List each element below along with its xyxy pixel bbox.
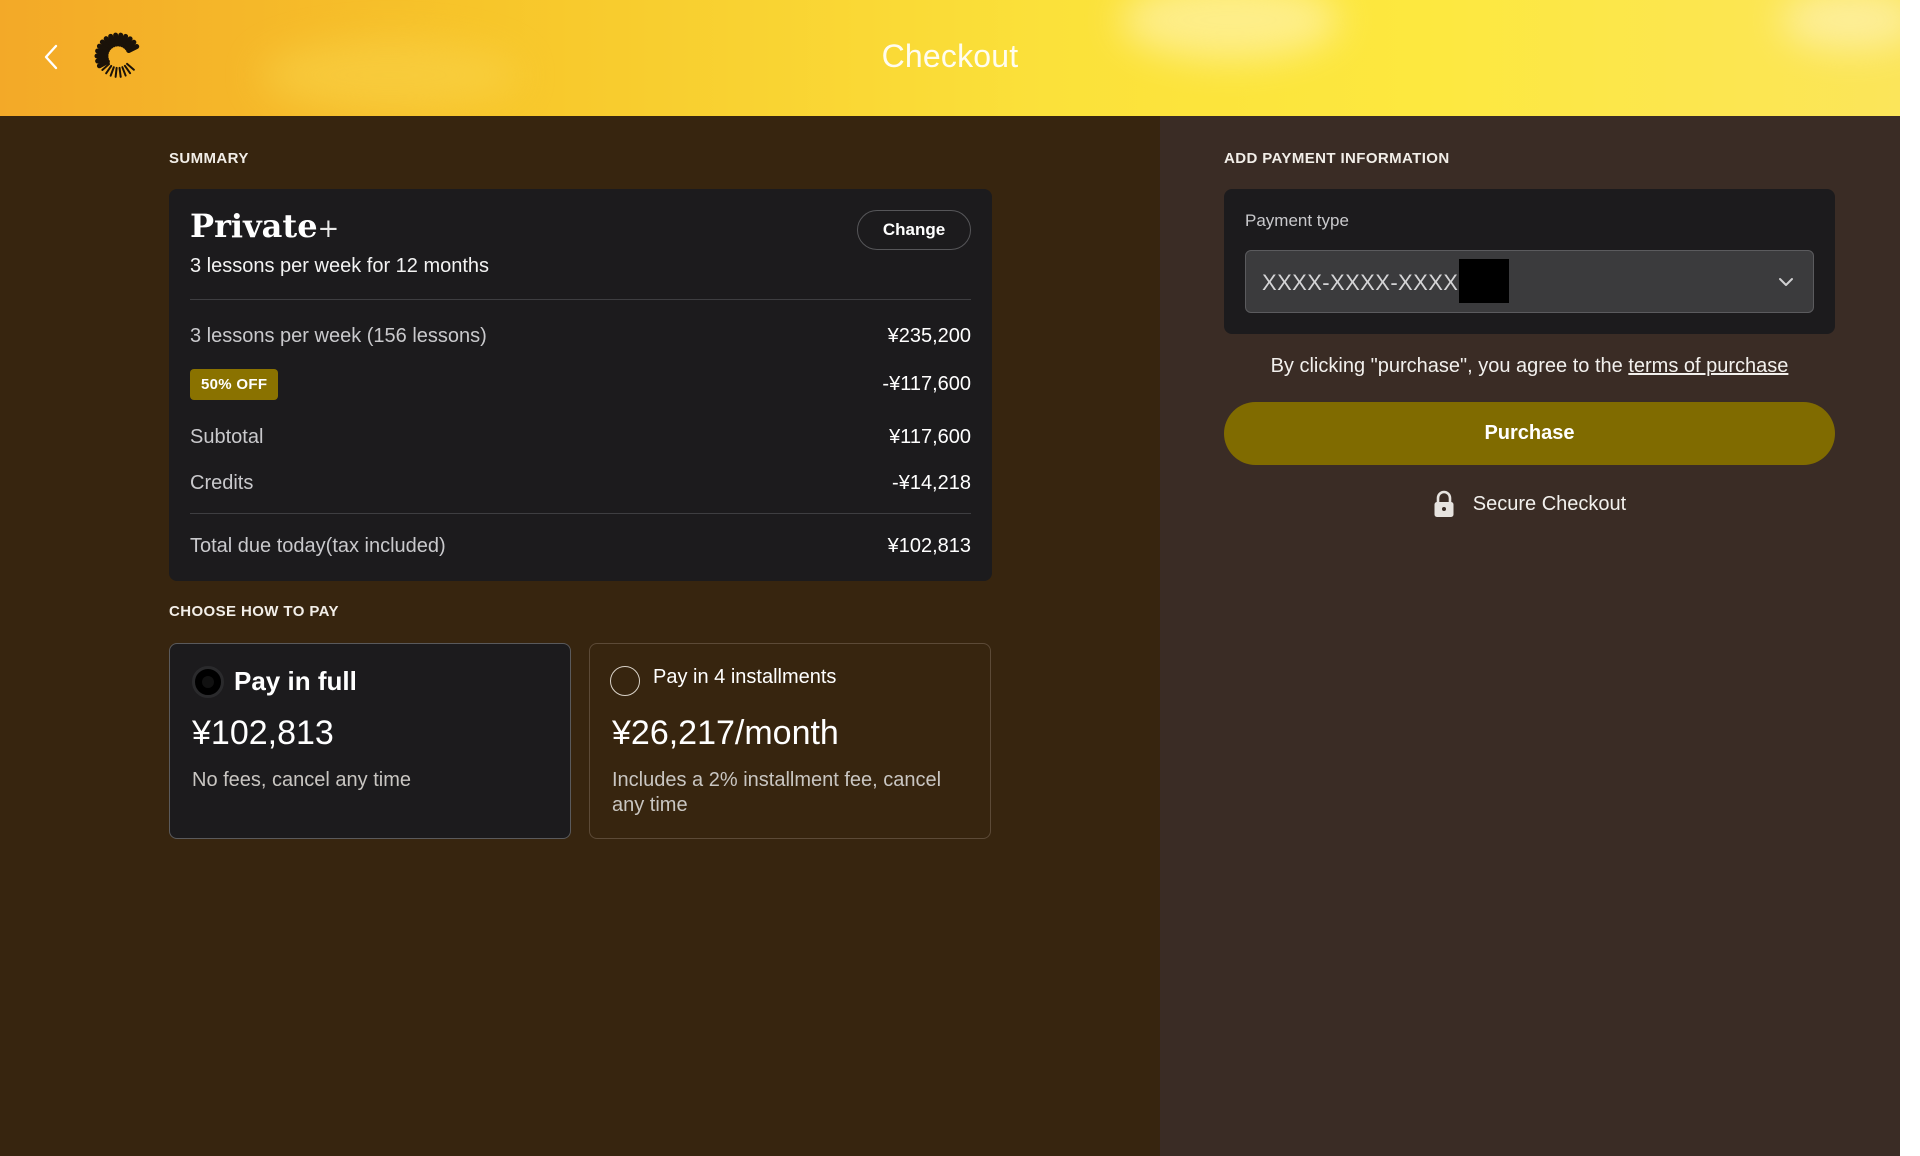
redaction-block (1459, 259, 1509, 303)
radio-selected-icon[interactable] (192, 666, 224, 698)
secure-checkout-label: Secure Checkout (1472, 492, 1627, 515)
payment-type-label: Payment type (1245, 211, 1349, 230)
page-title: Checkout (881, 38, 1019, 74)
summary-card: Private+ 3 lessons per week for 12 month… (169, 189, 992, 581)
discount-badge: 50% OFF (190, 368, 279, 400)
line-item-value: ¥235,200 (887, 324, 971, 347)
secure-checkout: Secure Checkout (1224, 490, 1835, 518)
terms-text: By clicking "purchase", you agree to the… (1224, 355, 1835, 378)
radio-unselected-icon[interactable] (610, 666, 640, 696)
discount-value: -¥117,600 (882, 372, 971, 395)
terms-of-purchase-link[interactable]: terms of purchase (1628, 355, 1788, 377)
plan-plus-suffix: + (317, 214, 340, 244)
subtotal-value: ¥117,600 (889, 425, 971, 448)
card-number-value: XXXX-XXXX-XXXX- (1262, 270, 1467, 295)
discount-row: 50% OFF -¥117,600 (190, 367, 971, 401)
pay-installments-option[interactable]: Pay in 4 installments ¥26,217/month Incl… (589, 643, 991, 839)
payment-type-select[interactable]: XXXX-XXXX-XXXX- (1245, 250, 1814, 313)
payment-heading: ADD PAYMENT INFORMATION (1224, 150, 1450, 167)
header-bar: Checkout (0, 0, 1900, 116)
pay-option-note: No fees, cancel any time (192, 769, 411, 791)
pay-option-title: Pay in 4 installments (653, 666, 837, 688)
payment-card: Payment type XXXX-XXXX-XXXX- (1224, 189, 1835, 334)
summary-heading: SUMMARY (169, 150, 249, 167)
plan-description: 3 lessons per week for 12 months (190, 255, 490, 277)
total-row: Total due today(tax included) ¥102,813 (190, 531, 971, 561)
change-plan-button[interactable]: Change (857, 210, 971, 250)
line-item-label: 3 lessons per week (156 lessons) (190, 324, 487, 347)
pay-option-amount: ¥26,217/month (612, 714, 839, 752)
total-label: Total due today(tax included) (190, 534, 446, 557)
credits-row: Credits -¥14,218 (190, 468, 971, 498)
plan-name: Private+ (190, 207, 339, 245)
pay-options-heading: CHOOSE HOW TO PAY (169, 603, 339, 620)
pay-option-note: Includes a 2% installment fee, cancel an… (612, 769, 942, 816)
window-edge (1900, 0, 1920, 1156)
chevron-down-icon (1779, 278, 1793, 286)
subtotal-label: Subtotal (190, 425, 264, 448)
pay-in-full-option[interactable]: Pay in full ¥102,813 No fees, cancel any… (169, 643, 571, 839)
purchase-button[interactable]: Purchase (1224, 402, 1835, 465)
line-item-row: 3 lessons per week (156 lessons) ¥235,20… (190, 321, 971, 351)
divider (190, 299, 971, 300)
subtotal-row: Subtotal ¥117,600 (190, 422, 971, 452)
lock-icon (1434, 490, 1454, 517)
divider (190, 513, 971, 514)
terms-prefix: By clicking "purchase", you agree to the (1270, 355, 1629, 377)
pay-option-title: Pay in full (234, 666, 357, 696)
pay-option-amount: ¥102,813 (192, 714, 334, 752)
total-value: ¥102,813 (887, 534, 971, 557)
credits-value: -¥14,218 (892, 471, 971, 494)
plan-name-text: Private (190, 207, 318, 245)
credits-label: Credits (190, 471, 254, 494)
